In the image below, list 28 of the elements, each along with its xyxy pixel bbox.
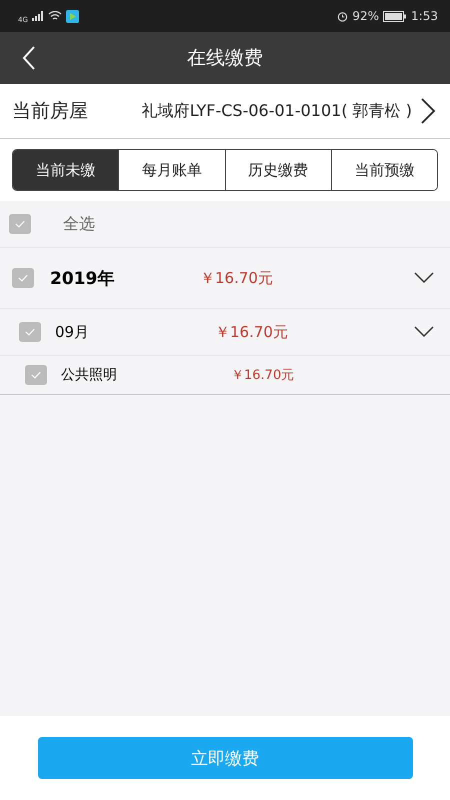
signal-icon [32,11,44,21]
chevron-down-icon[interactable] [414,326,434,338]
battery-percent: 92% [352,9,380,23]
amount: ￥16.70元 [200,268,274,288]
checkbox[interactable] [19,322,41,342]
year-label: 2019年 [50,268,116,290]
chevron-down-icon[interactable] [414,272,434,284]
page-title: 在线缴费 [187,46,263,71]
checkbox[interactable] [25,365,47,385]
clock: 1:53 [411,9,438,23]
chevron-right-icon[interactable] [420,98,436,124]
app-icon [66,10,79,22]
select-all-label: 全选 [63,214,95,234]
tab[interactable]: 当前预缴 [330,150,437,190]
alarm-icon [337,10,348,22]
house-row[interactable]: 当前房屋 礼域府LYF-CS-06-01-0101( 郭青松 ) [0,84,450,139]
checkbox[interactable] [9,214,31,234]
month-label: 09月 [55,322,90,342]
checkbox[interactable] [12,268,34,288]
fee-item-label: 公共照明 [61,366,118,384]
house-value: 礼域府LYF-CS-06-01-0101( 郭青松 ) [140,101,412,121]
amount: ￥16.70元 [215,322,289,342]
amount: ￥16.70元 [231,367,296,384]
wifi-icon [48,11,62,21]
battery-icon [383,10,408,22]
tab[interactable]: 当前未缴 [13,150,118,190]
house-label: 当前房屋 [12,99,88,124]
back-icon[interactable] [22,46,36,70]
